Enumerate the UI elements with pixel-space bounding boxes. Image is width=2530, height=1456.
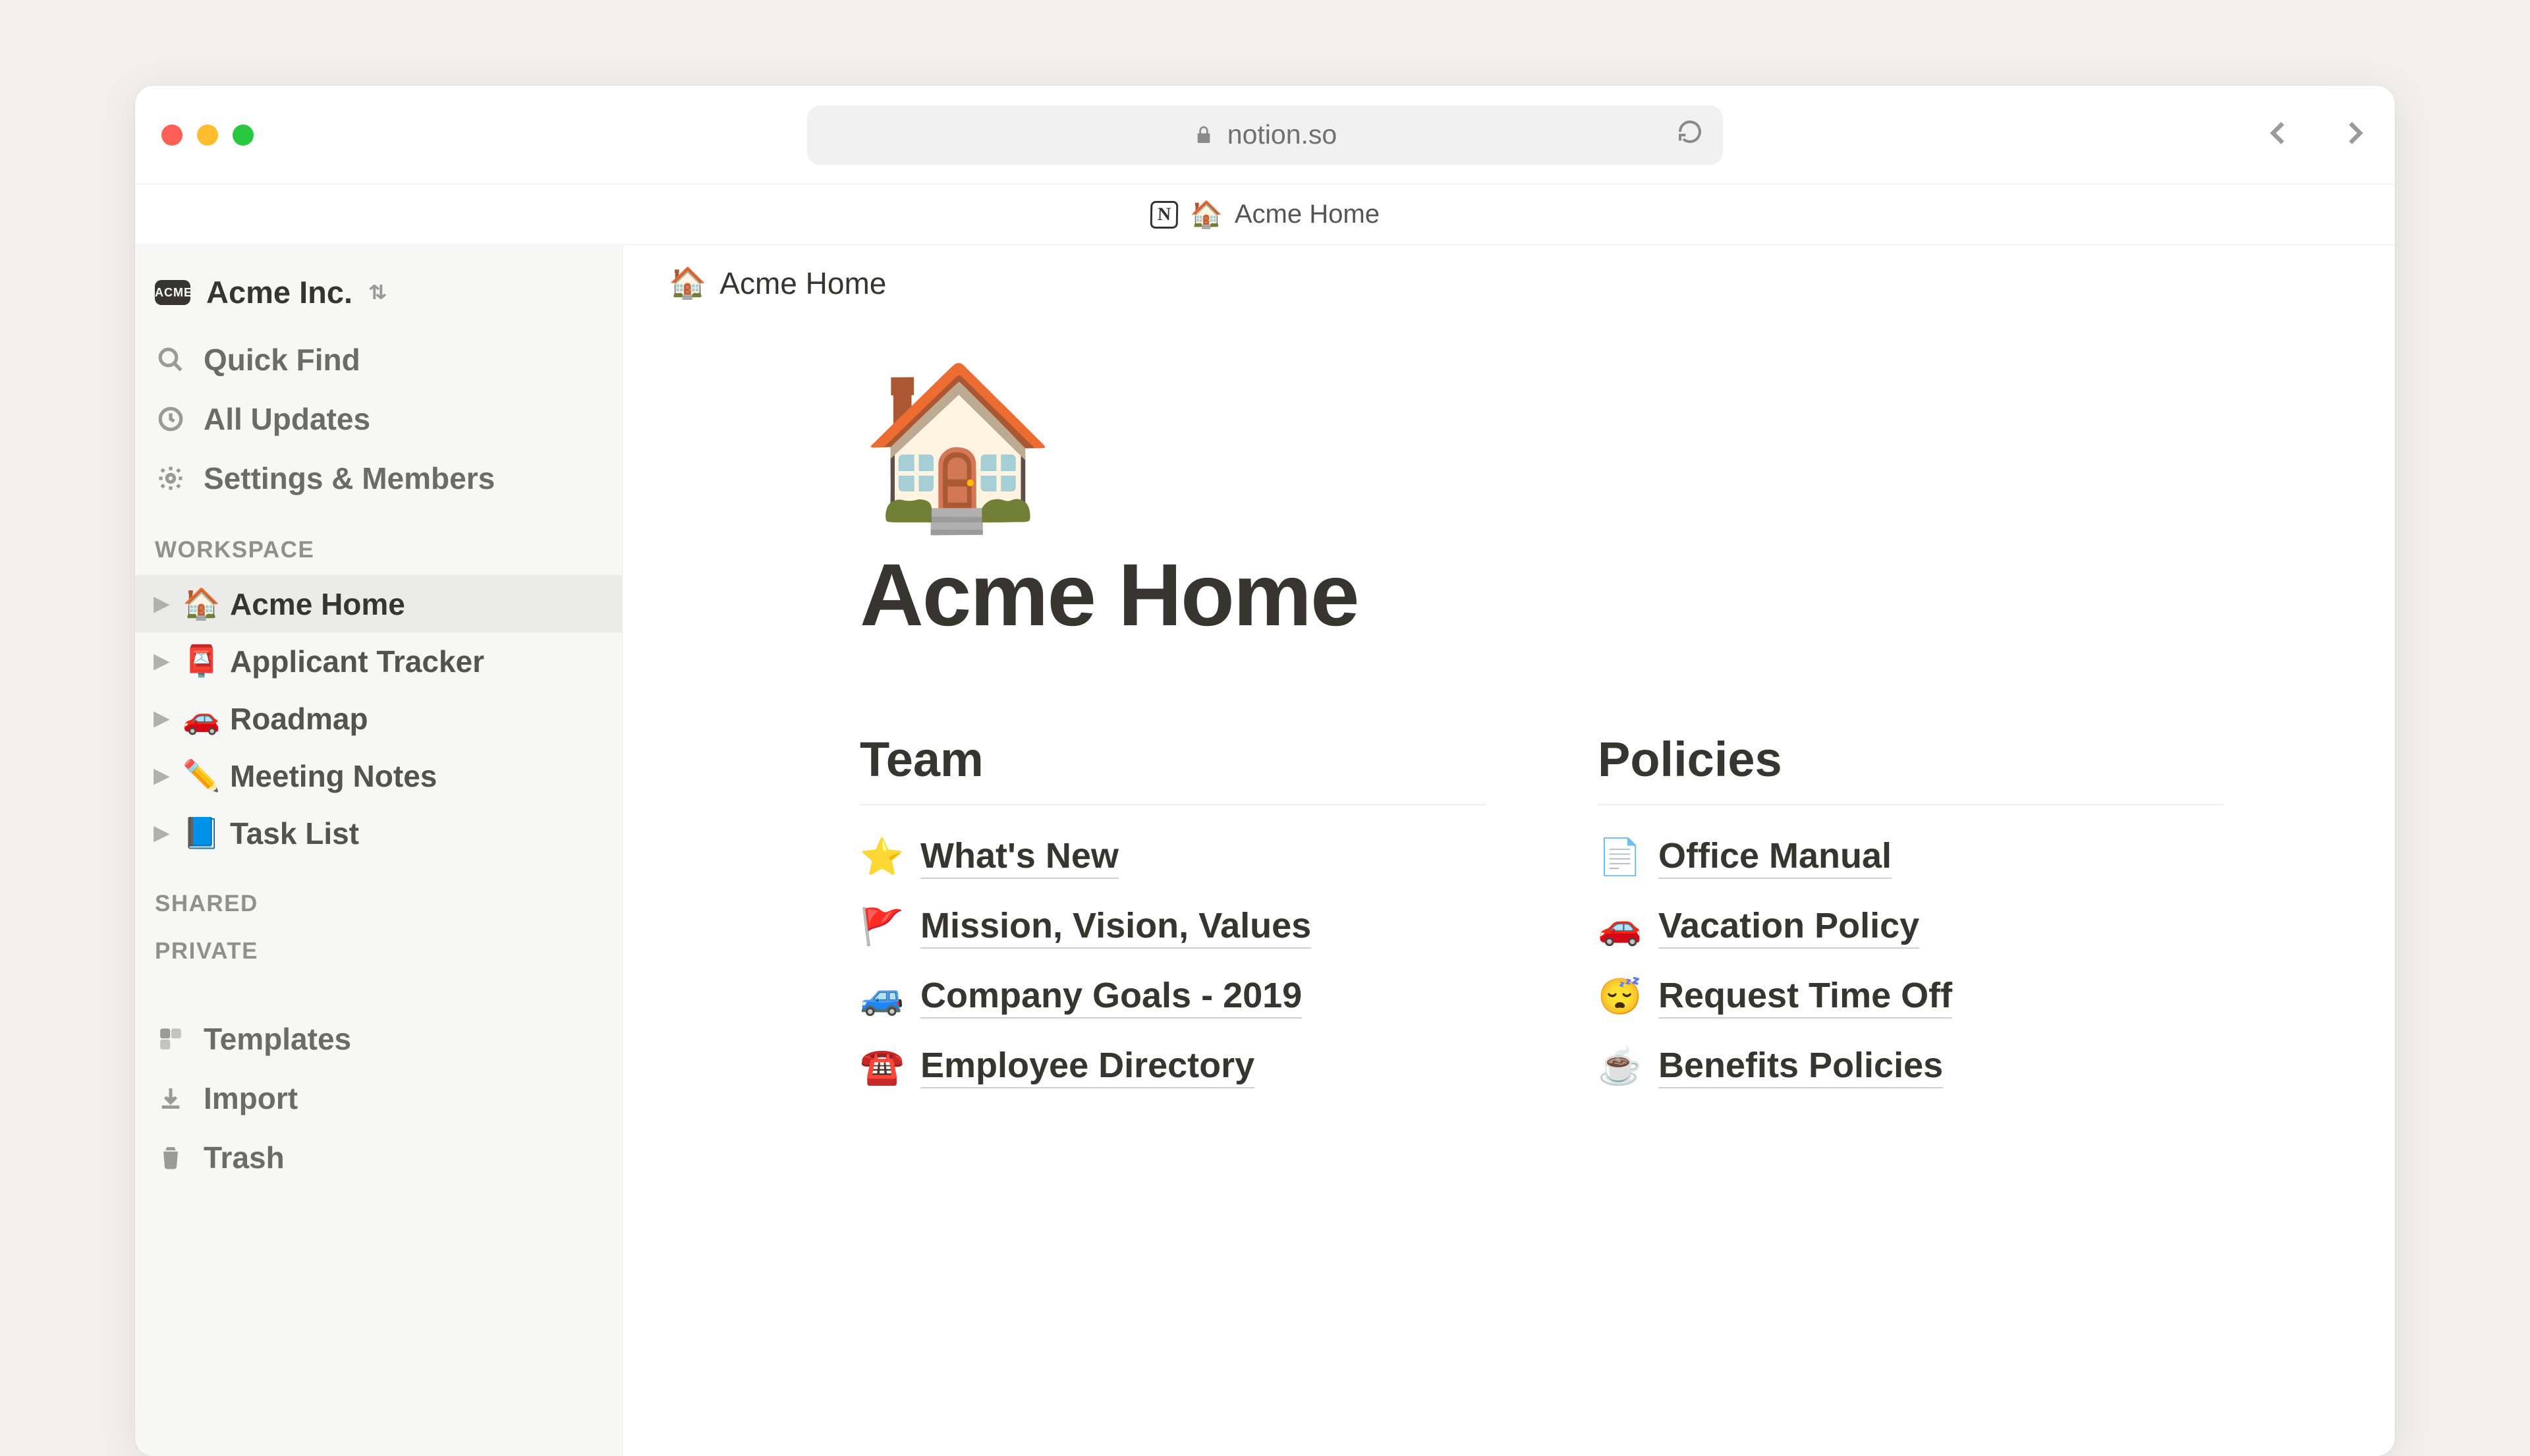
- page-emoji: 📮: [183, 643, 219, 679]
- all-updates-button[interactable]: All Updates: [135, 389, 622, 449]
- settings-button[interactable]: Settings & Members: [135, 449, 622, 508]
- traffic-lights: [161, 125, 254, 146]
- link-label: Office Manual: [1658, 835, 1892, 879]
- page-hero-emoji[interactable]: 🏠: [860, 367, 2349, 525]
- link-emoji: 📄: [1598, 837, 1640, 878]
- templates-label: Templates: [204, 1021, 351, 1057]
- close-window-button[interactable]: [161, 125, 183, 146]
- all-updates-label: All Updates: [204, 401, 370, 437]
- sidebar-page-task-list[interactable]: ▶ 📘 Task List: [135, 804, 622, 862]
- tab-emoji: 🏠: [1190, 199, 1223, 230]
- section-workspace-label: WORKSPACE: [135, 508, 622, 575]
- page-label: Roadmap: [230, 701, 368, 737]
- trash-button[interactable]: Trash: [135, 1128, 622, 1187]
- breadcrumb[interactable]: 🏠 Acme Home: [669, 265, 2349, 301]
- quick-find-label: Quick Find: [204, 342, 360, 378]
- browser-tab[interactable]: N 🏠 Acme Home: [135, 184, 2395, 245]
- link-request-time-off[interactable]: 😴 Request Time Off: [1598, 962, 2224, 1032]
- import-label: Import: [204, 1080, 298, 1116]
- link-label: Mission, Vision, Values: [920, 905, 1311, 949]
- link-emoji: ☕: [1598, 1046, 1640, 1088]
- disclosure-triangle-icon[interactable]: ▶: [151, 592, 172, 615]
- team-heading: Team: [860, 731, 1486, 805]
- link-emoji: 😴: [1598, 976, 1640, 1018]
- link-label: Vacation Policy: [1658, 905, 1919, 949]
- import-button[interactable]: Import: [135, 1069, 622, 1128]
- link-vacation-policy[interactable]: 🚗 Vacation Policy: [1598, 892, 2224, 962]
- sidebar-page-acme-home[interactable]: ▶ 🏠 Acme Home: [135, 575, 622, 632]
- link-label: What's New: [920, 835, 1119, 879]
- chevron-updown-icon: ⇅: [368, 281, 387, 304]
- section-shared-label: SHARED: [135, 862, 622, 929]
- app-body: ACME Acme Inc. ⇅ Quick Find All Updates: [135, 245, 2395, 1456]
- link-benefits-policies[interactable]: ☕ Benefits Policies: [1598, 1032, 2224, 1102]
- link-emoji: ⭐: [860, 837, 902, 878]
- browser-toolbar: notion.so: [135, 86, 2395, 184]
- sidebar: ACME Acme Inc. ⇅ Quick Find All Updates: [135, 245, 623, 1456]
- minimize-window-button[interactable]: [197, 125, 218, 146]
- search-icon: [155, 346, 186, 374]
- download-icon: [155, 1085, 186, 1111]
- sidebar-page-meeting-notes[interactable]: ▶ ✏️ Meeting Notes: [135, 747, 622, 804]
- main-content: 🏠 Acme Home 🏠 Acme Home Team ⭐ What's Ne…: [623, 245, 2395, 1456]
- link-whats-new[interactable]: ⭐ What's New: [860, 822, 1486, 892]
- page-label: Acme Home: [230, 586, 405, 622]
- page-emoji: ✏️: [183, 758, 219, 794]
- link-emoji: 🚗: [1598, 907, 1640, 948]
- content-columns: Team ⭐ What's New 🚩 Mission, Vision, Val…: [860, 731, 2349, 1102]
- address-bar-url: notion.so: [1227, 119, 1337, 150]
- page-emoji: 🏠: [183, 586, 219, 622]
- browser-window: notion.so N 🏠 Acme Home ACME Acme Inc.: [135, 86, 2395, 1456]
- workspace-switcher[interactable]: ACME Acme Inc. ⇅: [135, 265, 622, 330]
- trash-icon: [155, 1144, 186, 1171]
- link-emoji: 🚙: [860, 976, 902, 1018]
- link-employee-directory[interactable]: ☎️ Employee Directory: [860, 1032, 1486, 1102]
- breadcrumb-emoji: 🏠: [669, 265, 706, 301]
- disclosure-triangle-icon[interactable]: ▶: [151, 764, 172, 787]
- sidebar-page-applicant-tracker[interactable]: ▶ 📮 Applicant Tracker: [135, 632, 622, 690]
- back-button[interactable]: [2264, 119, 2293, 151]
- link-label: Benefits Policies: [1658, 1045, 1943, 1088]
- settings-label: Settings & Members: [204, 461, 495, 496]
- page-title[interactable]: Acme Home: [860, 545, 2349, 646]
- link-emoji: ☎️: [860, 1046, 902, 1088]
- page-emoji: 📘: [183, 815, 219, 851]
- forward-button[interactable]: [2340, 119, 2369, 151]
- link-label: Employee Directory: [920, 1045, 1254, 1088]
- disclosure-triangle-icon[interactable]: ▶: [151, 707, 172, 730]
- notion-logo-icon: N: [1150, 201, 1179, 229]
- breadcrumb-title: Acme Home: [719, 266, 886, 301]
- page-emoji: 🚗: [183, 700, 219, 737]
- policies-heading: Policies: [1598, 731, 2224, 805]
- workspace-logo: ACME: [155, 280, 190, 305]
- zoom-window-button[interactable]: [233, 125, 254, 146]
- link-emoji: 🚩: [860, 907, 902, 948]
- link-office-manual[interactable]: 📄 Office Manual: [1598, 822, 2224, 892]
- browser-nav: [2264, 119, 2369, 151]
- link-company-goals[interactable]: 🚙 Company Goals - 2019: [860, 962, 1486, 1032]
- page-label: Meeting Notes: [230, 758, 437, 794]
- policies-column: Policies 📄 Office Manual 🚗 Vacation Poli…: [1598, 731, 2224, 1102]
- reload-icon[interactable]: [1677, 119, 1703, 152]
- team-column: Team ⭐ What's New 🚩 Mission, Vision, Val…: [860, 731, 1486, 1102]
- trash-label: Trash: [204, 1140, 285, 1175]
- link-label: Request Time Off: [1658, 975, 1952, 1019]
- gear-icon: [155, 464, 186, 492]
- page-label: Task List: [230, 816, 359, 851]
- link-mission-vision-values[interactable]: 🚩 Mission, Vision, Values: [860, 892, 1486, 962]
- disclosure-triangle-icon[interactable]: ▶: [151, 650, 172, 673]
- workspace-name: Acme Inc.: [206, 274, 352, 310]
- section-private-label: PRIVATE: [135, 929, 622, 976]
- sidebar-page-roadmap[interactable]: ▶ 🚗 Roadmap: [135, 690, 622, 747]
- link-label: Company Goals - 2019: [920, 975, 1302, 1019]
- page-label: Applicant Tracker: [230, 644, 484, 679]
- quick-find-button[interactable]: Quick Find: [135, 330, 622, 389]
- lock-icon: [1193, 125, 1214, 146]
- clock-icon: [155, 405, 186, 433]
- templates-icon: [155, 1026, 186, 1052]
- templates-button[interactable]: Templates: [135, 1009, 622, 1069]
- address-bar[interactable]: notion.so: [807, 105, 1723, 165]
- disclosure-triangle-icon[interactable]: ▶: [151, 822, 172, 845]
- tab-title: Acme Home: [1235, 200, 1380, 229]
